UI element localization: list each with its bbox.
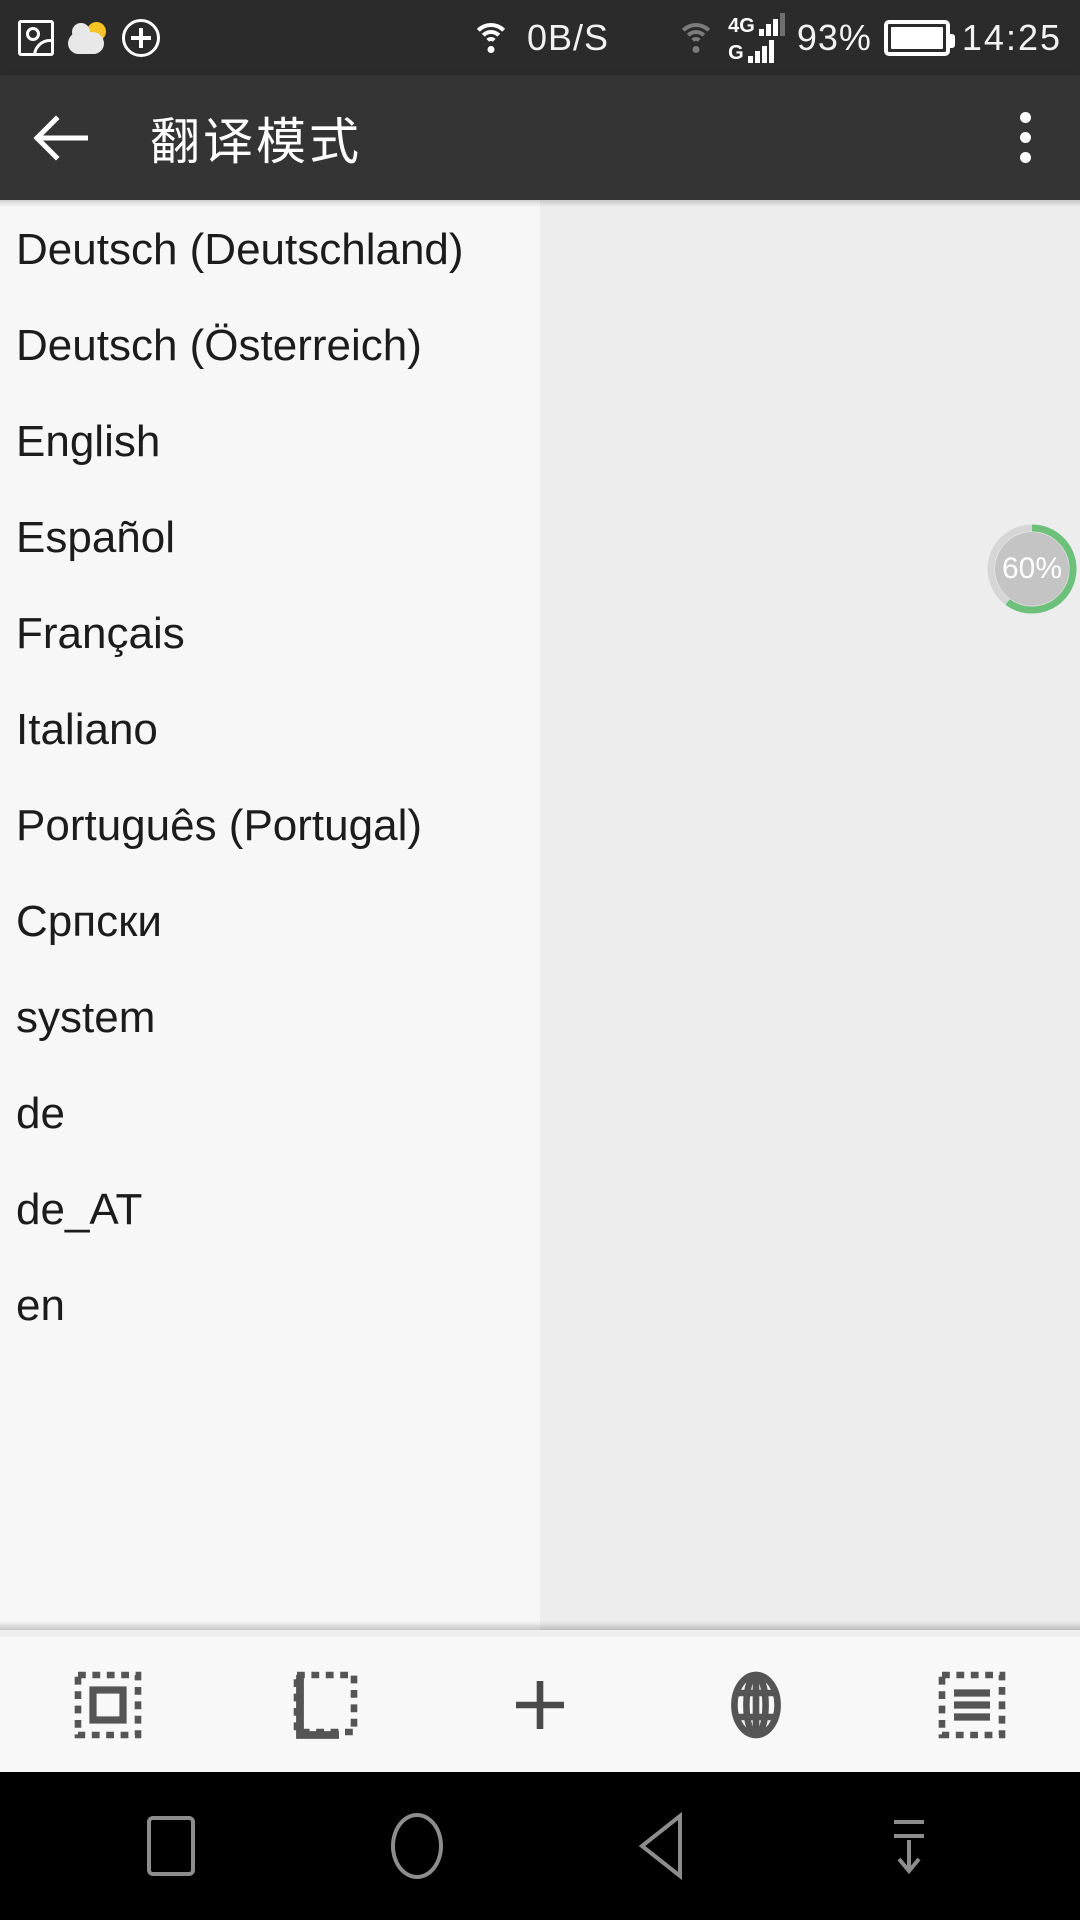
progress-percent-label: 60% xyxy=(1001,552,1063,585)
list-item[interactable]: Italiano xyxy=(0,682,540,778)
list-item[interactable]: de xyxy=(0,1066,540,1162)
language-list[interactable]: Deutsch (Deutschland) Deutsch (Österreic… xyxy=(0,200,540,1630)
app-bar: 翻译模式 xyxy=(0,75,1080,200)
plus-icon xyxy=(516,1680,564,1729)
plus-circle-icon xyxy=(122,18,160,57)
add-button[interactable] xyxy=(432,1637,648,1772)
back-button[interactable] xyxy=(0,75,120,200)
back-arrow-icon xyxy=(33,114,88,161)
signal-bars-icon: 4G G xyxy=(728,12,785,63)
list-item[interactable]: English xyxy=(0,394,540,490)
hide-navbar-button[interactable] xyxy=(861,1798,957,1894)
status-bar-right-icons: 4G G 93% 14:25 xyxy=(676,12,1080,63)
content-area: Deutsch (Deutschland) Deutsch (Österreic… xyxy=(0,200,1080,1630)
battery-icon xyxy=(883,19,955,56)
clock-label: 14:25 xyxy=(961,16,1062,58)
home-button[interactable] xyxy=(369,1798,465,1894)
sim2-label: G xyxy=(728,42,744,64)
list-item-label: de xyxy=(16,1089,65,1138)
list-frame-button[interactable] xyxy=(864,1637,1080,1772)
list-frame-icon xyxy=(938,1671,1006,1738)
list-item-label: Српски xyxy=(16,897,162,946)
wifi-secondary-icon xyxy=(676,22,717,53)
bottom-toolbar xyxy=(0,1637,1080,1772)
wifi-icon xyxy=(470,22,511,53)
list-item-label: Deutsch (Österreich) xyxy=(16,321,422,370)
page-title: 翻译模式 xyxy=(150,112,362,171)
network-speed-label: 0B/S xyxy=(526,16,610,58)
image-icon xyxy=(18,19,54,56)
scroll-shadow-bottom xyxy=(0,1621,1080,1630)
list-item-label: Deutsch (Deutschland) xyxy=(16,225,464,274)
select-frame-button[interactable] xyxy=(0,1637,216,1772)
status-bar-left-icons xyxy=(0,18,160,57)
list-item-label: Français xyxy=(16,609,185,658)
recents-square-icon xyxy=(147,1816,195,1876)
list-item[interactable]: de_AT xyxy=(0,1162,540,1258)
list-item-label: system xyxy=(16,993,156,1042)
list-item-label: English xyxy=(16,417,161,466)
globe-button[interactable] xyxy=(648,1637,864,1772)
android-nav-bar xyxy=(0,1772,1080,1920)
list-item[interactable]: Français xyxy=(0,586,540,682)
home-circle-icon xyxy=(391,1813,443,1879)
list-item[interactable]: Deutsch (Österreich) xyxy=(0,298,540,394)
overflow-menu-icon xyxy=(1019,112,1031,123)
list-item[interactable]: Português (Portugal) xyxy=(0,778,540,874)
list-item-label: Português (Portugal) xyxy=(16,801,422,850)
battery-percent-label: 93% xyxy=(796,16,872,58)
sim1-label: 4G xyxy=(728,15,755,37)
list-item[interactable]: Español xyxy=(0,490,540,586)
scroll-shadow-top xyxy=(0,200,1080,207)
list-item-label: Italiano xyxy=(16,705,158,754)
progress-badge[interactable]: 60% xyxy=(986,523,1078,615)
status-bar: 0B/S 4G G 93% 14:25 xyxy=(0,0,1080,75)
list-item[interactable]: Deutsch (Deutschland) xyxy=(0,202,540,298)
crop-corner-button[interactable] xyxy=(216,1637,432,1772)
hide-navbar-icon xyxy=(894,1820,924,1875)
list-item[interactable]: system xyxy=(0,970,540,1066)
recents-button[interactable] xyxy=(123,1798,219,1894)
globe-icon xyxy=(731,1671,781,1738)
list-item-label: de_AT xyxy=(16,1185,143,1234)
overflow-menu-button[interactable] xyxy=(970,75,1080,200)
back-triangle-icon xyxy=(638,1811,682,1881)
list-item[interactable]: en xyxy=(0,1258,540,1354)
weather-cloud-sun-icon xyxy=(68,21,108,54)
back-nav-button[interactable] xyxy=(615,1798,711,1894)
crop-corner-icon xyxy=(293,1671,358,1739)
list-item-label: en xyxy=(16,1281,65,1330)
select-frame-icon xyxy=(74,1671,142,1738)
list-item[interactable]: Српски xyxy=(0,874,540,970)
list-item-label: Español xyxy=(16,513,176,562)
